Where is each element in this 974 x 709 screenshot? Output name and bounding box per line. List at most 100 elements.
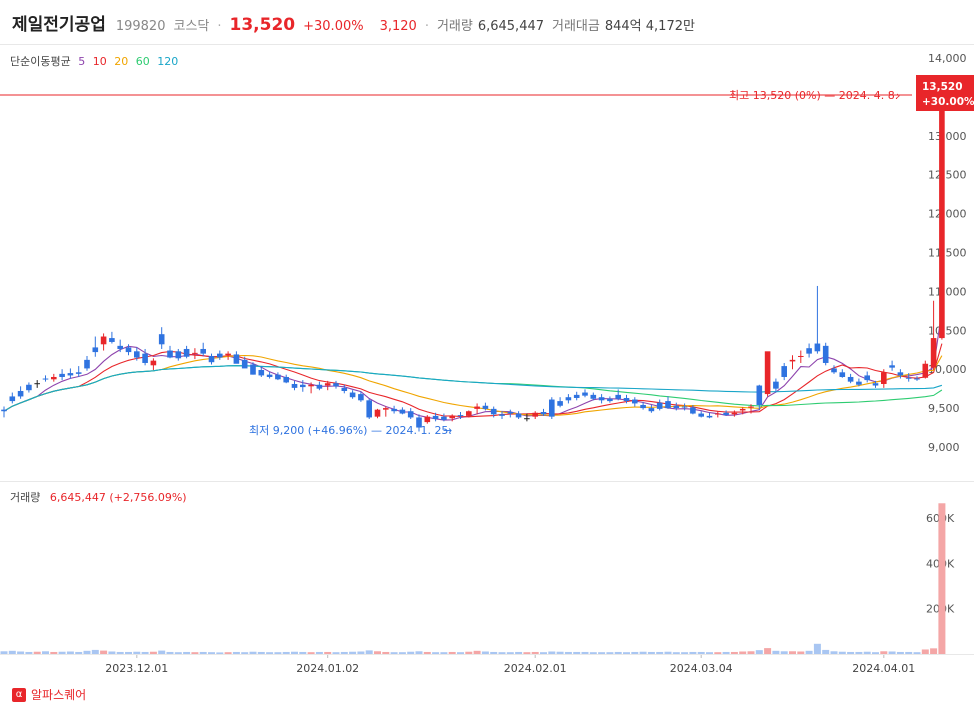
candle-body	[731, 412, 738, 415]
candle-body	[449, 415, 455, 419]
candle-body	[872, 383, 879, 386]
candle-body	[615, 394, 621, 399]
low-arrow-icon: →	[443, 424, 452, 437]
candle-body	[51, 376, 57, 380]
candle-body	[798, 355, 804, 357]
price-chart[interactable]: 14,00013,50013,00012,50012,00011,50011,0…	[0, 0, 974, 709]
price-tick-label: 13,000	[928, 130, 967, 143]
low-annotation: 최저 9,200 (+46.96%) — 2024. 1. 25.	[249, 424, 452, 437]
volume-legend: 거래량 6,645,447 (+2,756.09%)	[10, 489, 187, 505]
candle-body	[806, 348, 812, 354]
candle-body	[515, 413, 522, 418]
candle-body	[324, 383, 331, 386]
moving-average-layer	[3, 310, 943, 421]
candle-body	[789, 359, 796, 362]
candle-body	[383, 408, 389, 410]
candle-body	[914, 378, 920, 380]
candle-body	[665, 401, 671, 409]
ma-line-5	[3, 310, 943, 421]
candle-body	[881, 372, 887, 384]
brand-name: 알파스퀘어	[31, 688, 87, 702]
candle-body	[723, 412, 729, 416]
candle-body	[756, 385, 763, 405]
candle-body	[258, 369, 265, 376]
candle-body	[225, 353, 231, 356]
alphasquare-logo-icon: α	[12, 687, 26, 702]
candle-body	[656, 402, 663, 409]
high-annotation: 최고 13,520 (0%) — 2024. 4. 8.	[729, 89, 898, 102]
price-tick-label: 9,500	[928, 402, 960, 415]
price-box-percent: +30.00%	[922, 96, 974, 108]
candle-body	[922, 363, 929, 378]
x-tick-label: 2023.12.01	[105, 662, 168, 675]
candle-body	[432, 415, 439, 419]
candle-body	[150, 360, 157, 366]
candle-body	[897, 372, 904, 376]
volume-bar	[938, 503, 946, 654]
candle-body	[781, 366, 787, 377]
candle-body	[847, 376, 854, 382]
candle-layer	[1, 95, 945, 432]
price-tick-label: 14,000	[928, 52, 967, 65]
candle-body	[100, 336, 107, 345]
x-tick-label: 2024.03.04	[670, 662, 733, 675]
candle-body	[764, 351, 771, 395]
candle-body	[407, 411, 414, 418]
candle-body	[623, 397, 630, 402]
candle-body	[822, 345, 829, 363]
price-tick-label: 11,000	[928, 285, 967, 298]
candle-body	[524, 418, 530, 420]
candle-body	[441, 416, 447, 420]
candle-body	[690, 407, 696, 414]
candle-body	[715, 413, 721, 415]
candle-body	[84, 359, 90, 369]
candle-body	[250, 364, 256, 375]
price-box-price: 13,520	[922, 81, 963, 93]
candle-body	[573, 394, 580, 398]
candle-body	[158, 334, 165, 345]
candle-body	[1, 409, 7, 412]
candle-body	[117, 345, 123, 349]
candle-body	[673, 405, 680, 409]
candle-body	[167, 350, 173, 358]
candle-body	[598, 397, 605, 401]
candle-body	[773, 381, 779, 389]
candle-body	[590, 394, 597, 399]
candle-body	[748, 406, 754, 408]
volume-legend-label: 거래량	[10, 491, 41, 504]
candle-body	[192, 352, 198, 354]
candle-body	[889, 365, 895, 368]
candle-body	[424, 416, 431, 423]
candle-body	[241, 359, 248, 369]
candle-body	[681, 406, 688, 408]
candle-body	[474, 406, 480, 409]
candle-body	[233, 354, 240, 364]
candle-body	[42, 378, 49, 380]
candle-body	[34, 383, 40, 385]
candle-body	[208, 355, 215, 363]
candle-body	[316, 384, 323, 389]
pane-divider	[0, 481, 974, 482]
candle-body	[557, 401, 563, 406]
candle-body	[308, 384, 314, 387]
candle-body	[75, 372, 82, 374]
candle-body	[814, 343, 821, 352]
candle-body	[275, 374, 281, 380]
candle-body	[532, 412, 538, 417]
candle-body	[905, 377, 912, 379]
candle-body	[349, 392, 356, 398]
candle-body	[540, 411, 547, 415]
candle-body	[341, 387, 348, 391]
candle-body	[9, 396, 16, 402]
volume-layer	[0, 503, 946, 654]
candle-body	[59, 373, 65, 377]
candle-body	[698, 413, 704, 417]
candle-body	[565, 397, 572, 401]
candle-body	[399, 409, 406, 414]
candle-body	[864, 375, 870, 381]
candle-body	[648, 408, 655, 412]
candle-body	[175, 351, 182, 359]
candle-body	[466, 411, 472, 416]
candle-body	[333, 383, 339, 387]
footer-brand[interactable]: α 알파스퀘어	[12, 686, 86, 703]
